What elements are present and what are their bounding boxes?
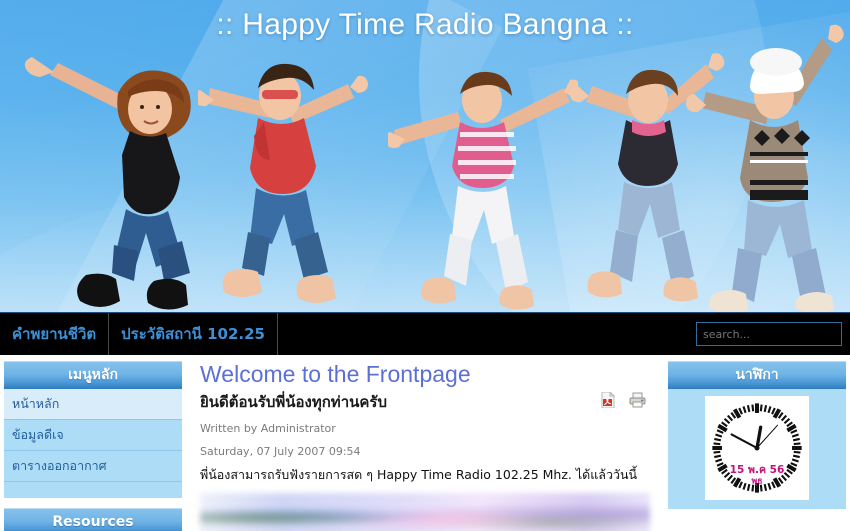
pdf-icon[interactable] (601, 390, 616, 409)
right-sidebar: นาฬิกา 15 พ.ค 56 พุธ (664, 355, 850, 519)
nav-item-1[interactable]: ประวัติสถานี 102.25 (109, 313, 278, 355)
clock-day-text: พุธ (752, 477, 763, 487)
module-clock: นาฬิกา 15 พ.ค 56 พุธ (668, 361, 846, 509)
sidebar-item-dj-info[interactable]: ข้อมูลดีเจ (4, 420, 182, 451)
article-title: ยินดีต้อนรับพี่น้องทุกท่านครับ (200, 393, 387, 411)
main-content: Welcome to the Frontpage ยินดีต้อนรับพี่… (186, 355, 664, 531)
site-banner: :: Happy Time Radio Bangna :: (0, 0, 850, 312)
module-resources: Resources (4, 508, 182, 531)
search-container (696, 313, 850, 355)
sidebar-item-home[interactable]: หน้าหลัก (4, 389, 182, 420)
content-columns: เมนูหลัก หน้าหลัก ข้อมูลดีเจ ตารางออกอาก… (0, 355, 850, 531)
module-main-menu: เมนูหลัก หน้าหลัก ข้อมูลดีเจ ตารางออกอาก… (4, 361, 182, 498)
module-title-main-menu: เมนูหลัก (4, 361, 182, 389)
main-menu-list: หน้าหลัก ข้อมูลดีเจ ตารางออกอากาศ (4, 389, 182, 498)
module-title-clock: นาฬิกา (668, 361, 846, 389)
search-input[interactable] (696, 322, 842, 346)
sidebar-item-schedule[interactable]: ตารางออกอากาศ (4, 451, 182, 482)
article-body: พี่น้องสามารถรับฟังรายการสด ๆ Happy Time… (200, 467, 638, 483)
article-action-icons (601, 390, 650, 409)
article-date: Saturday, 07 July 2007 09:54 (200, 445, 361, 459)
banner-person-photo (680, 12, 850, 312)
banner-title: :: Happy Time Radio Bangna :: (216, 8, 634, 41)
clock-date-text: 15 พ.ค 56 (730, 464, 785, 476)
article-image (200, 493, 650, 531)
banner-person-photo (388, 40, 578, 310)
module-title-resources: Resources (4, 508, 182, 531)
page-title: Welcome to the Frontpage (200, 361, 471, 387)
article-header-row: ยินดีต้อนรับพี่น้องทุกท่านครับ (200, 390, 650, 414)
page-root: :: Happy Time Radio Bangna :: คำพยานชีวิ… (0, 0, 850, 531)
nav-item-0[interactable]: คำพยานชีวิต (0, 313, 110, 355)
banner-person-photo (198, 26, 368, 312)
sidebar-item-empty (4, 482, 182, 498)
banner-person-photo (22, 13, 202, 312)
module-body-clock: 15 พ.ค 56 พุธ (668, 389, 846, 509)
main-navigation-bar: คำพยานชีวิต ประวัติสถานี 102.25 (0, 312, 850, 355)
analog-clock: 15 พ.ค 56 พุธ (705, 396, 809, 500)
print-icon[interactable] (629, 392, 646, 408)
left-sidebar: เมนูหลัก หน้าหลัก ข้อมูลดีเจ ตารางออกอาก… (0, 355, 186, 531)
module-body-main-menu: หน้าหลัก ข้อมูลดีเจ ตารางออกอากาศ (4, 389, 182, 498)
article-author: Written by Administrator (200, 422, 336, 435)
